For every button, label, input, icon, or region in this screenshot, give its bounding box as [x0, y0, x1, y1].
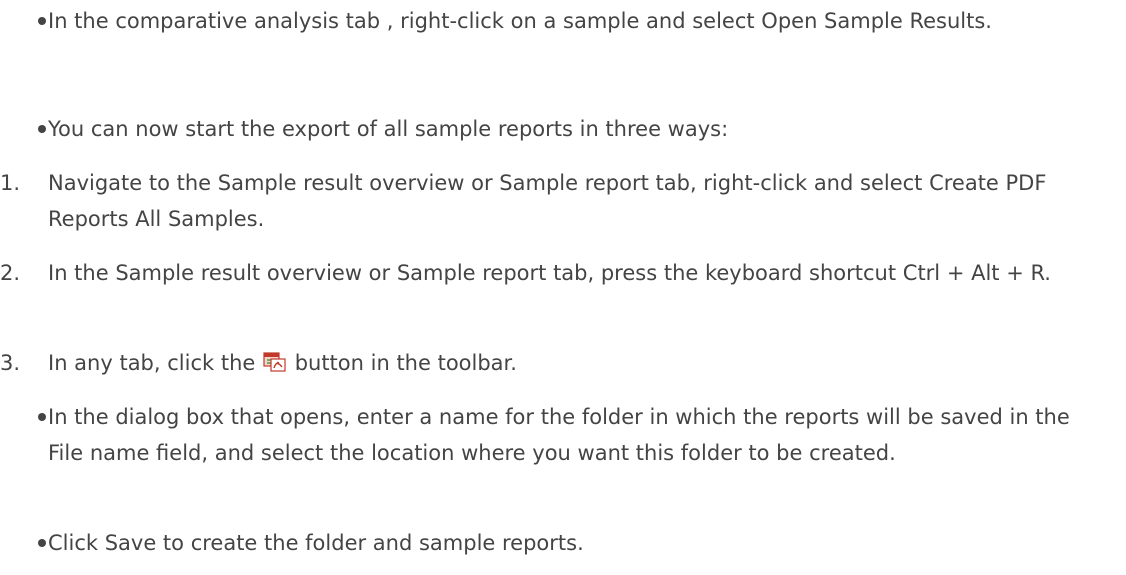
bullet-marker — [38, 413, 46, 421]
step-number: 1. — [0, 171, 21, 195]
list-item: 1. Navigate to the Sample result overvie… — [0, 165, 1110, 237]
bullet-marker — [38, 539, 46, 547]
list-item: Click Save to create the folder and samp… — [0, 525, 1110, 561]
step-text: You can now start the export of all samp… — [48, 117, 729, 141]
list-item: 2. In the Sample result overview or Samp… — [0, 255, 1110, 291]
step-text: Navigate to the Sample result overview o… — [48, 171, 1047, 231]
step-text: In any tab, click the button in the tool… — [0, 345, 1110, 381]
bullet-marker — [38, 125, 46, 133]
step-number: 2. — [0, 261, 21, 285]
step-text: In the dialog box that opens, enter a na… — [48, 405, 1070, 465]
step-text: Click Save to create the folder and samp… — [48, 531, 584, 555]
list-item: In the dialog box that opens, enter a na… — [0, 399, 1110, 471]
instructions-document: In the comparative analysis tab , right-… — [0, 0, 1126, 575]
step-text: In the comparative analysis tab , right-… — [48, 9, 992, 33]
step-text: In the Sample result overview or Sample … — [48, 261, 1051, 285]
list-item: 3. In any tab, click the button in the t… — [0, 345, 1110, 381]
step-text-before-icon: In any tab, click the — [48, 351, 256, 375]
step-text-after-icon: button in the toolbar. — [294, 351, 517, 375]
step-number: 3. — [0, 351, 21, 375]
list-item: In the comparative analysis tab , right-… — [0, 3, 1110, 39]
pdf-reports-icon — [263, 351, 287, 373]
list-item: You can now start the export of all samp… — [0, 111, 1110, 147]
bullet-marker — [38, 17, 46, 25]
